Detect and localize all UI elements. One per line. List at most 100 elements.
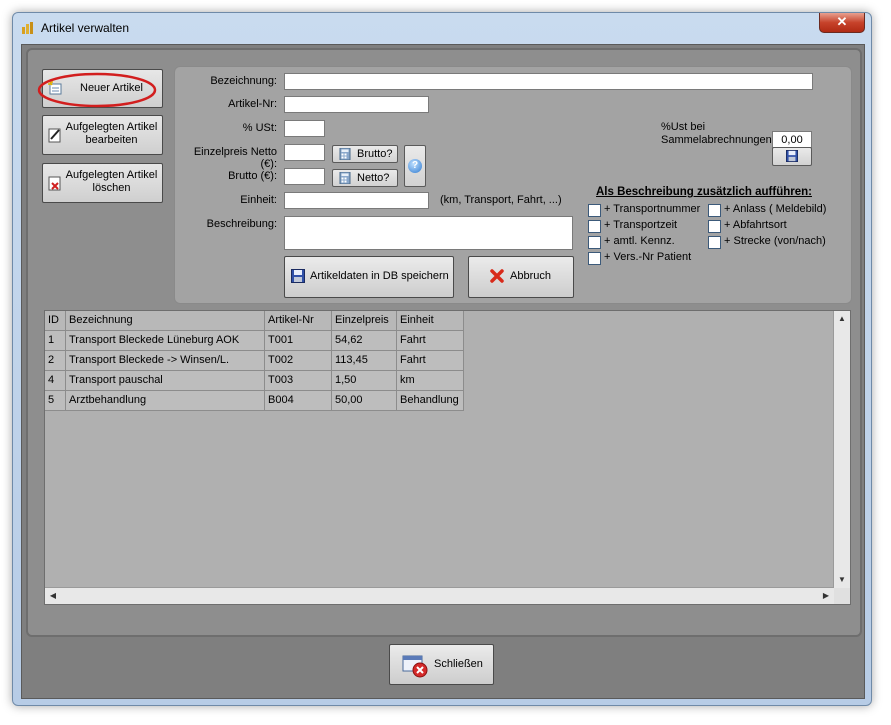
floppy-disk-icon [291, 269, 305, 283]
close-dialog-button[interactable]: Schließen [389, 644, 494, 685]
article-grid[interactable]: ID Bezeichnung Artikel-Nr Einzelpreis Ei… [44, 310, 851, 605]
table-cell[interactable]: Behandlung [397, 391, 464, 411]
cancel-label: Abbruch [510, 270, 551, 282]
scroll-right-icon[interactable]: ▶ [818, 588, 834, 604]
sammel-save-button[interactable] [772, 147, 812, 166]
edit-article-line2: bearbeiten [85, 134, 138, 146]
title-bar: Artikel verwalten ✕ [13, 13, 871, 43]
brutto-label: Brutto (€): [228, 170, 277, 182]
horizontal-scrollbar[interactable]: ◀ ▶ [45, 587, 834, 604]
checkbox-vers-nr-patient[interactable] [588, 252, 601, 265]
delete-article-button[interactable]: Aufgelegten Artikel löschen [42, 163, 163, 203]
save-article-label: Artikeldaten in DB speichern [310, 270, 449, 282]
delete-doc-icon [48, 176, 61, 191]
column-header-id[interactable]: ID [45, 311, 66, 331]
checkbox-amtl-kennz-label: + amtl. Kennz. [604, 235, 675, 247]
cancel-button[interactable]: Abbruch [468, 256, 574, 298]
edit-article-button[interactable]: Aufgelegten Artikel bearbeiten [42, 115, 163, 155]
brutto-calc-button[interactable]: Brutto? [332, 145, 398, 163]
delete-article-line2: löschen [92, 182, 131, 194]
sammel-label-line2: Sammelabrechnungen [661, 134, 772, 146]
window-close-button[interactable]: ✕ [819, 13, 865, 33]
netto-calc-label: Netto? [357, 172, 390, 184]
column-header-einheit[interactable]: Einheit [397, 311, 464, 331]
article-form-panel: Bezeichnung: Artikel-Nr: % USt: Einzelpr… [174, 66, 852, 304]
beschreibung-textarea[interactable] [284, 216, 573, 250]
artikelnr-input[interactable] [284, 96, 429, 113]
help-button[interactable]: ? [404, 145, 426, 187]
brutto-input[interactable] [284, 168, 325, 185]
scroll-up-icon[interactable]: ▲ [834, 311, 850, 327]
table-cell[interactable]: Transport Bleckede Lüneburg AOK [66, 331, 265, 351]
column-header-einzelpreis[interactable]: Einzelpreis [332, 311, 397, 331]
table-cell[interactable]: 1 [45, 331, 66, 351]
delete-article-line1: Aufgelegten Artikel [65, 169, 158, 181]
brutto-calc-label: Brutto? [357, 148, 393, 160]
checkbox-strecke[interactable] [708, 236, 721, 249]
table-cell[interactable]: km [397, 371, 464, 391]
netto-calc-button[interactable]: Netto? [332, 169, 398, 187]
bezeichnung-input[interactable] [284, 73, 813, 90]
table-cell[interactable]: Arztbehandlung [66, 391, 265, 411]
ust-label: % USt: [242, 122, 277, 134]
calculator-icon [339, 172, 351, 184]
checkbox-transportzeit-label: + Transportzeit [604, 219, 678, 231]
column-header-artikelnr[interactable]: Artikel-Nr [265, 311, 332, 331]
table-cell[interactable]: T002 [265, 351, 332, 371]
einheit-label: Einheit: [240, 194, 277, 206]
einheit-input[interactable] [284, 192, 429, 209]
table-cell[interactable]: 2 [45, 351, 66, 371]
table-cell[interactable]: Transport Bleckede -> Winsen/L. [66, 351, 265, 371]
column-header-bezeichnung[interactable]: Bezeichnung [66, 311, 265, 331]
close-window-icon [402, 655, 428, 678]
table-cell[interactable]: T003 [265, 371, 332, 391]
client-area: Neuer Artikel Aufgelegten Artikel bearbe… [21, 44, 865, 699]
table-cell[interactable]: 5 [45, 391, 66, 411]
checkbox-transportzeit[interactable] [588, 220, 601, 233]
beschreibung-label: Beschreibung: [206, 218, 277, 230]
checkbox-vers-nr-patient-label: + Vers.-Nr Patient [604, 251, 692, 263]
edit-article-line1: Aufgelegten Artikel [65, 121, 158, 133]
help-icon: ? [408, 159, 422, 173]
table-cell[interactable]: 54,62 [332, 331, 397, 351]
sammel-ust-input[interactable] [772, 131, 812, 148]
netto-input[interactable] [284, 144, 325, 161]
table-cell[interactable]: 50,00 [332, 391, 397, 411]
netto-label: Einzelpreis Netto (€): [193, 146, 277, 170]
table-cell[interactable]: T001 [265, 331, 332, 351]
einheit-hint: (km, Transport, Fahrt, ...) [440, 194, 562, 206]
extra-description-heading: Als Beschreibung zusätzlich aufführen: [596, 186, 812, 198]
floppy-disk-icon [786, 150, 798, 162]
bezeichnung-label: Bezeichnung: [210, 75, 277, 87]
table-cell[interactable]: Fahrt [397, 331, 464, 351]
save-article-button[interactable]: Artikeldaten in DB speichern [284, 256, 454, 298]
vertical-scrollbar[interactable]: ▲ ▼ [833, 311, 850, 588]
close-dialog-label: Schließen [434, 658, 483, 670]
checkbox-transportnummer-label: + Transportnummer [604, 203, 701, 215]
table-cell[interactable]: 113,45 [332, 351, 397, 371]
checkbox-transportnummer[interactable] [588, 204, 601, 217]
main-panel: Neuer Artikel Aufgelegten Artikel bearbe… [26, 48, 862, 637]
scroll-down-icon[interactable]: ▼ [834, 572, 850, 588]
app-icon [22, 22, 33, 34]
checkbox-abfahrtsort[interactable] [708, 220, 721, 233]
highlight-ellipse [37, 72, 157, 108]
checkbox-abfahrtsort-label: + Abfahrtsort [724, 219, 787, 231]
table-cell[interactable]: B004 [265, 391, 332, 411]
table-cell[interactable]: 1,50 [332, 371, 397, 391]
ust-input[interactable] [284, 120, 325, 137]
table-cell[interactable]: Fahrt [397, 351, 464, 371]
cancel-x-icon [490, 269, 504, 283]
calculator-icon [339, 148, 351, 160]
checkbox-amtl-kennz[interactable] [588, 236, 601, 249]
window-title: Artikel verwalten [41, 21, 130, 35]
table-cell[interactable]: Transport pauschal [66, 371, 265, 391]
sammel-label-line1: %Ust bei [661, 121, 706, 133]
checkbox-anlass[interactable] [708, 204, 721, 217]
checkbox-anlass-label: + Anlass ( Meldebild) [724, 203, 827, 215]
scroll-left-icon[interactable]: ◀ [45, 588, 61, 604]
main-window: Artikel verwalten ✕ Neuer Artikel Aufgel… [12, 12, 872, 706]
artikelnr-label: Artikel-Nr: [228, 98, 277, 110]
close-icon: ✕ [836, 14, 848, 29]
table-cell[interactable]: 4 [45, 371, 66, 391]
